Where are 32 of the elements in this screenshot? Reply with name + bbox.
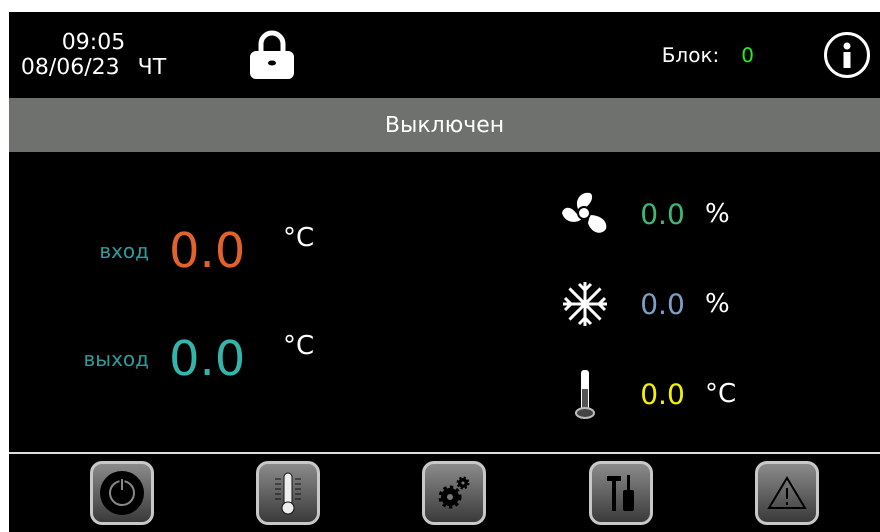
reading-value: 0.0 bbox=[640, 198, 685, 230]
tools-button[interactable] bbox=[588, 461, 653, 525]
thermometer-icon bbox=[273, 471, 304, 515]
weekday-text: ЧТ bbox=[138, 55, 166, 80]
info-icon bbox=[842, 42, 852, 68]
thermometer-icon bbox=[574, 369, 596, 419]
thermometer-button[interactable] bbox=[256, 461, 320, 525]
power-icon bbox=[99, 470, 146, 516]
reading-value: 0.0 bbox=[640, 378, 685, 410]
status-text: Выключен bbox=[384, 112, 504, 138]
power-button[interactable] bbox=[90, 461, 154, 525]
block-value: 0 bbox=[741, 43, 754, 67]
tools-icon bbox=[604, 473, 637, 513]
reading-value: 0.0 bbox=[640, 288, 685, 320]
sensor-label: выход bbox=[84, 347, 149, 371]
temperature-value: 0.0 bbox=[169, 223, 246, 279]
date-text: 08/06/23 bbox=[20, 55, 120, 80]
settings-button[interactable] bbox=[422, 461, 486, 525]
snowflake-icon bbox=[560, 279, 610, 329]
sensor-label: вход bbox=[99, 239, 149, 263]
unit-text: °C bbox=[283, 331, 316, 361]
gears-icon bbox=[436, 475, 472, 511]
unit-text: % bbox=[705, 289, 731, 319]
temperature-value: 0.0 bbox=[169, 331, 246, 387]
unit-text: °C bbox=[705, 379, 738, 409]
info-button[interactable] bbox=[824, 32, 870, 78]
unit-text: °C bbox=[283, 223, 316, 253]
unit-text: % bbox=[705, 199, 731, 229]
warning-icon bbox=[766, 475, 807, 511]
block-label: Блок: bbox=[662, 43, 720, 67]
time-text: 09:05 bbox=[62, 30, 126, 55]
alarm-button[interactable] bbox=[754, 461, 819, 525]
